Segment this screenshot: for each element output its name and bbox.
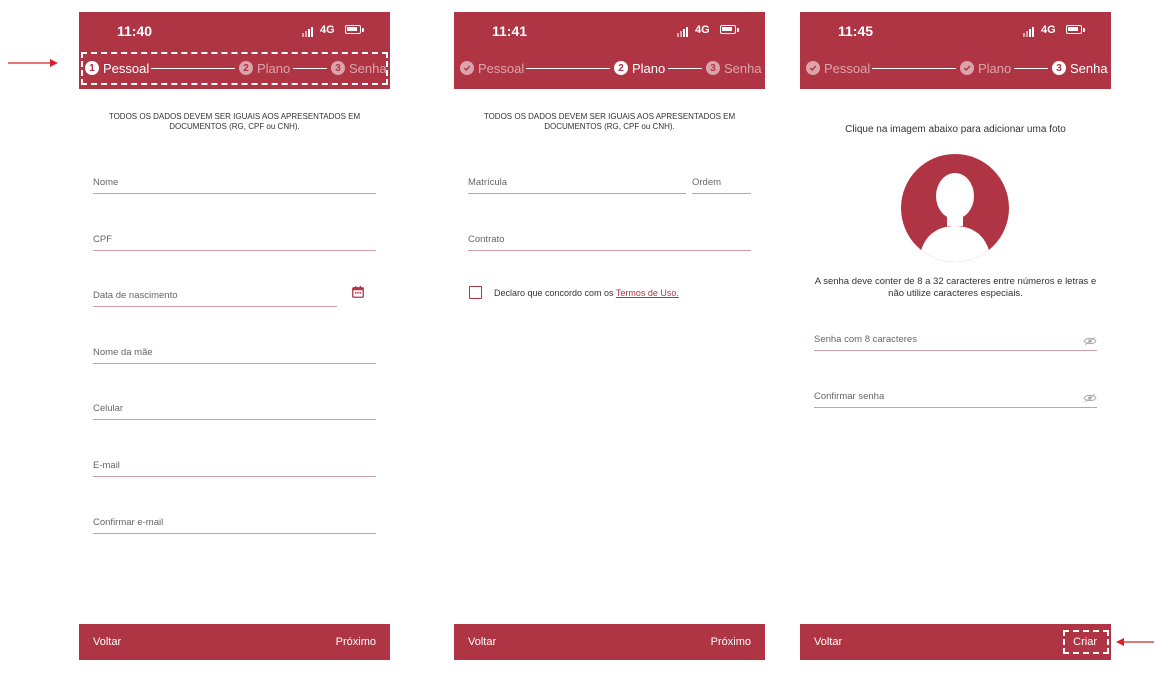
step-number-icon: 2 bbox=[614, 61, 628, 75]
email-field[interactable]: E-mail bbox=[93, 456, 376, 477]
screen-plano: 11:41 4G Pessoal 2 Plano 3 Senha TODOS O… bbox=[454, 12, 765, 660]
criar-highlight bbox=[1063, 630, 1109, 654]
header: 11:40 4G 1 Pessoal 2 Plano 3 Senha bbox=[79, 12, 390, 89]
confirmar-email-field[interactable]: Confirmar e-mail bbox=[93, 513, 376, 534]
check-icon bbox=[460, 61, 474, 75]
stepper: Pessoal 2 Plano 3 Senha bbox=[454, 59, 765, 77]
status-bar-icons: 4G bbox=[677, 24, 739, 38]
header: 11:45 4G Pessoal Plano 3 Senha bbox=[800, 12, 1111, 89]
footer: Voltar Próximo bbox=[454, 624, 765, 660]
nome-placeholder: Nome bbox=[93, 177, 119, 188]
status-bar-icons: 4G bbox=[1023, 24, 1085, 38]
eye-icon[interactable] bbox=[1083, 336, 1097, 346]
annotation-arrow-steps bbox=[8, 59, 58, 67]
status-bar-icons: 4G bbox=[302, 24, 364, 38]
celular-field[interactable]: Celular bbox=[93, 399, 376, 420]
footer: Voltar Próximo bbox=[79, 624, 390, 660]
nome-mae-field[interactable]: Nome da mãe bbox=[93, 343, 376, 364]
cpf-placeholder: CPF bbox=[93, 234, 112, 245]
stepper: Pessoal Plano 3 Senha bbox=[800, 59, 1111, 77]
matricula-placeholder: Matrícula bbox=[468, 177, 508, 188]
step-label: Senha bbox=[724, 60, 762, 76]
step-label: Pessoal bbox=[478, 60, 525, 76]
stepper-highlight bbox=[81, 52, 388, 85]
network-label: 4G bbox=[695, 24, 710, 36]
battery-icon bbox=[1066, 25, 1085, 34]
terms-text: Declaro que concordo com os Termos de Us… bbox=[494, 288, 679, 298]
status-time: 11:45 bbox=[838, 23, 874, 39]
cpf-field[interactable]: CPF bbox=[93, 230, 376, 251]
senha-placeholder: Senha com 8 caracteres bbox=[814, 334, 917, 345]
step-senha[interactable]: 3 Senha bbox=[1052, 59, 1108, 77]
email-placeholder: E-mail bbox=[93, 460, 120, 471]
step-pessoal[interactable]: Pessoal bbox=[460, 59, 524, 77]
contrato-field[interactable]: Contrato bbox=[468, 230, 751, 251]
footer: Voltar Criar bbox=[800, 624, 1111, 660]
senha-field[interactable]: Senha com 8 caracteres bbox=[814, 330, 1097, 351]
voltar-button[interactable]: Voltar bbox=[93, 636, 121, 648]
ordem-field[interactable]: Ordem bbox=[692, 173, 751, 194]
celular-placeholder: Celular bbox=[93, 403, 124, 414]
photo-hint: Clique na imagem abaixo para adicionar u… bbox=[845, 124, 1066, 135]
screen-senha: 11:45 4G Pessoal Plano 3 Senha Clique na… bbox=[800, 12, 1111, 660]
step-number-icon: 3 bbox=[706, 61, 720, 75]
person-silhouette-icon bbox=[919, 173, 991, 262]
step-label: Plano bbox=[632, 60, 666, 76]
confirmar-email-placeholder: Confirmar e-mail bbox=[93, 517, 164, 528]
step-senha[interactable]: 3 Senha bbox=[706, 59, 762, 77]
nome-field[interactable]: Nome bbox=[93, 173, 376, 194]
screen-pessoal: 11:40 4G 1 Pessoal 2 Plano 3 Senha TODOS… bbox=[79, 12, 390, 660]
step-pessoal[interactable]: Pessoal bbox=[806, 59, 870, 77]
step-connector bbox=[872, 68, 956, 69]
confirmar-senha-placeholder: Confirmar senha bbox=[814, 391, 885, 402]
step-plano[interactable]: Plano bbox=[960, 59, 1011, 77]
proximo-button[interactable]: Próximo bbox=[336, 636, 376, 648]
nome-mae-placeholder: Nome da mãe bbox=[93, 347, 153, 358]
header: 11:41 4G Pessoal 2 Plano 3 Senha bbox=[454, 12, 765, 89]
ordem-placeholder: Ordem bbox=[692, 177, 722, 188]
network-label: 4G bbox=[1041, 24, 1056, 36]
check-icon bbox=[806, 61, 820, 75]
terms-checkbox[interactable] bbox=[469, 286, 482, 299]
voltar-button[interactable]: Voltar bbox=[468, 636, 496, 648]
terms-link[interactable]: Termos de Uso. bbox=[616, 288, 679, 298]
step-label: Pessoal bbox=[824, 60, 871, 76]
terms-label: Declaro que concordo com os bbox=[494, 288, 614, 298]
notice-text: TODOS OS DADOS DEVEM SER IGUAIS AOS APRE… bbox=[108, 112, 361, 131]
battery-icon bbox=[720, 25, 739, 34]
step-label: Senha bbox=[1070, 60, 1108, 76]
eye-icon[interactable] bbox=[1083, 393, 1097, 403]
battery-icon bbox=[345, 25, 364, 34]
step-connector bbox=[668, 68, 702, 69]
check-icon bbox=[960, 61, 974, 75]
annotation-arrow-criar bbox=[1116, 638, 1154, 646]
step-number-icon: 3 bbox=[1052, 61, 1066, 75]
step-connector bbox=[526, 68, 610, 69]
calendar-icon[interactable] bbox=[352, 286, 364, 298]
confirmar-senha-field[interactable]: Confirmar senha bbox=[814, 387, 1097, 408]
avatar-upload[interactable] bbox=[901, 154, 1009, 262]
status-time: 11:41 bbox=[492, 23, 528, 39]
contrato-placeholder: Contrato bbox=[468, 234, 505, 245]
notice-text: TODOS OS DADOS DEVEM SER IGUAIS AOS APRE… bbox=[483, 112, 736, 131]
step-label: Plano bbox=[978, 60, 1012, 76]
step-plano[interactable]: 2 Plano bbox=[614, 59, 665, 77]
proximo-button[interactable]: Próximo bbox=[711, 636, 751, 648]
data-nascimento-field[interactable]: Data de nascimento bbox=[93, 286, 337, 307]
status-time: 11:40 bbox=[117, 23, 153, 39]
network-label: 4G bbox=[320, 24, 335, 36]
password-hint: A senha deve conter de 8 a 32 caracteres… bbox=[814, 276, 1097, 299]
step-connector bbox=[1014, 68, 1048, 69]
voltar-button[interactable]: Voltar bbox=[814, 636, 842, 648]
data-nascimento-placeholder: Data de nascimento bbox=[93, 290, 178, 301]
matricula-field[interactable]: Matrícula bbox=[468, 173, 686, 194]
